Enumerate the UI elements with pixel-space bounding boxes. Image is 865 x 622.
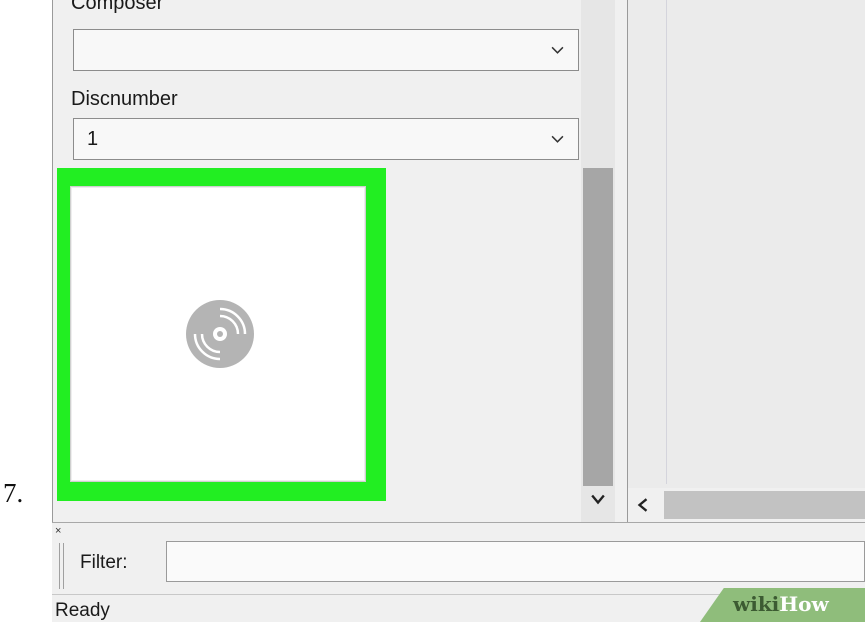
- scroll-left-icon[interactable]: [636, 498, 650, 512]
- disc-icon: [186, 300, 254, 368]
- scrollbar-thumb[interactable]: [664, 491, 865, 519]
- filter-bar: × Filter:: [52, 522, 865, 594]
- filter-input[interactable]: [166, 541, 865, 582]
- step-number: 7.: [3, 478, 24, 508]
- file-list-horizontal-scrollbar[interactable]: [628, 488, 865, 522]
- artwork-box[interactable]: [70, 186, 366, 482]
- filter-label: Filter:: [80, 552, 128, 573]
- status-text: Ready: [55, 600, 110, 621]
- tag-panel: Composer Discnumber 1: [52, 0, 628, 522]
- close-icon[interactable]: ×: [55, 526, 61, 537]
- discnumber-label: Discnumber: [71, 88, 178, 110]
- file-list-pane: [628, 0, 865, 522]
- toolbar-grip[interactable]: [59, 543, 64, 589]
- composer-label: Composer: [71, 0, 164, 14]
- column-divider: [666, 0, 667, 484]
- discnumber-combobox[interactable]: 1: [73, 118, 579, 160]
- chevron-down-icon[interactable]: [551, 132, 564, 145]
- watermark-logo: wikiHow: [733, 592, 829, 616]
- tag-panel-vertical-scrollbar[interactable]: [581, 0, 615, 522]
- scroll-down-icon[interactable]: [591, 492, 605, 506]
- scrollbar-thumb[interactable]: [583, 168, 613, 486]
- chevron-down-icon[interactable]: [551, 43, 564, 56]
- composer-combobox[interactable]: [73, 29, 579, 71]
- discnumber-value: 1: [87, 128, 99, 150]
